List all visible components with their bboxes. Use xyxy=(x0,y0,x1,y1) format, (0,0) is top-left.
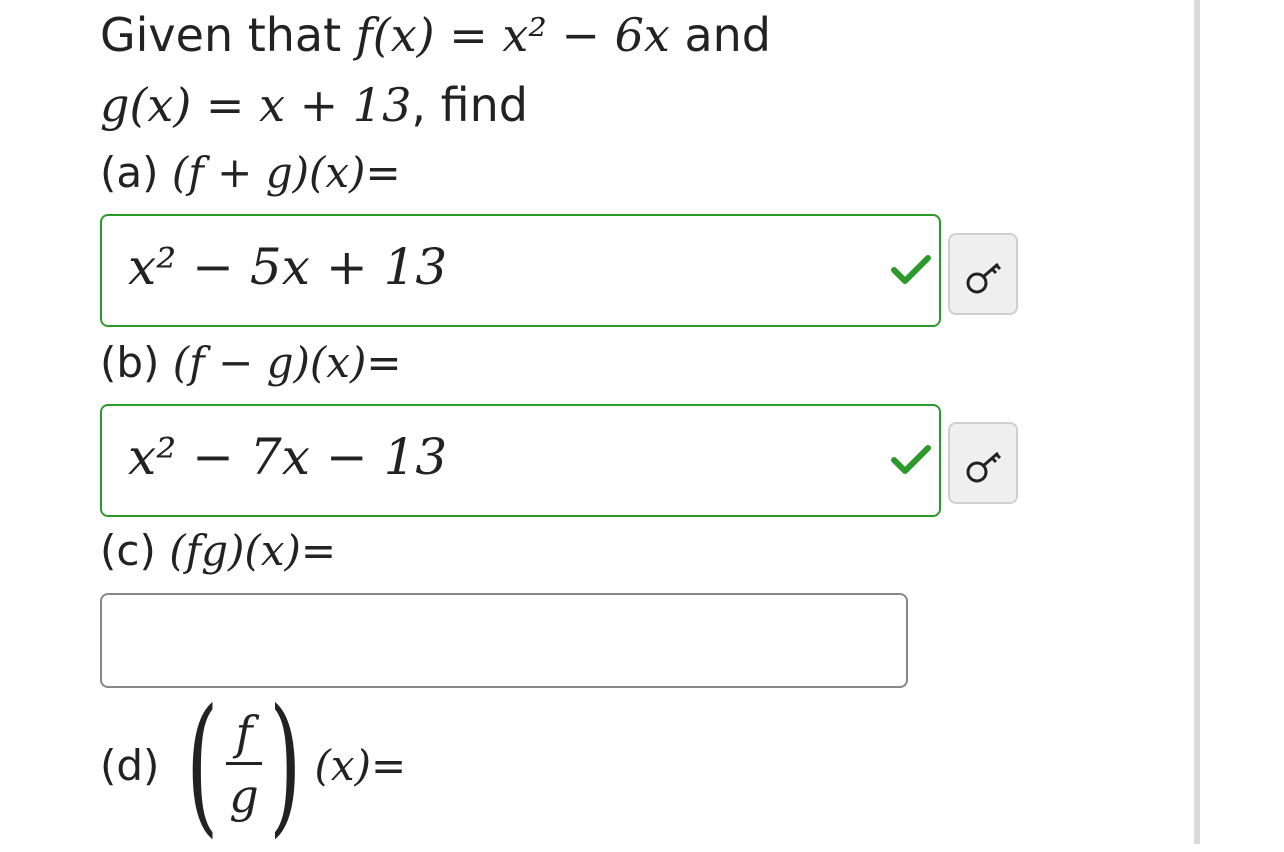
right-big-paren: ) xyxy=(269,678,302,852)
fraction-denominator: g xyxy=(229,768,259,823)
part-c-prompt: (c) (fg)(x)= xyxy=(100,526,336,575)
part-b-key-button[interactable] xyxy=(948,422,1018,504)
part-b-label: (b) xyxy=(100,338,160,387)
part-c-answer-field[interactable] xyxy=(100,593,908,688)
scrollbar[interactable] xyxy=(1194,0,1200,844)
f-definition-rhs: = x² − 6x xyxy=(449,8,670,62)
part-a-answer-value: x² − 5x + 13 xyxy=(128,238,448,296)
problem-statement-line1: Given that f(x) = x² − 6x and xyxy=(100,8,771,62)
part-b-expression: (f − g)(x) xyxy=(172,338,367,387)
part-a-answer-field[interactable]: x² − 5x + 13 xyxy=(100,214,941,327)
part-b-equals: = xyxy=(366,338,402,387)
part-d-equals: = xyxy=(370,740,407,790)
left-big-paren: ( xyxy=(186,678,219,852)
part-b-answer-value: x² − 7x − 13 xyxy=(128,428,448,486)
key-icon xyxy=(966,262,1002,294)
check-icon xyxy=(891,445,931,474)
g-definition: g(x) = x + 13 xyxy=(100,78,412,132)
part-a-key-button[interactable] xyxy=(948,233,1018,315)
given-text: Given that xyxy=(100,8,342,62)
part-c-equals: = xyxy=(300,526,337,575)
and-text: and xyxy=(684,8,771,62)
part-a-prompt: (a) (f + g)(x)= xyxy=(100,148,401,197)
part-a-label: (a) xyxy=(100,148,159,197)
key-icon xyxy=(966,451,1002,483)
problem-statement-line2: g(x) = x + 13, find xyxy=(100,78,528,132)
part-d-expression-tail: (x) xyxy=(314,740,371,790)
part-a-equals: = xyxy=(365,148,401,197)
part-a-expression: (f + g)(x) xyxy=(171,148,366,197)
part-d-prompt: (d) ( f g ) (x) = xyxy=(100,690,406,840)
check-icon xyxy=(891,255,931,284)
find-text: , find xyxy=(411,78,528,132)
part-c-label: (c) xyxy=(100,526,156,575)
part-d-fraction: f g xyxy=(225,704,262,827)
fraction-numerator: f xyxy=(235,705,253,760)
part-b-prompt: (b) (f − g)(x)= xyxy=(100,338,402,387)
part-d-label: (d) xyxy=(100,740,160,790)
part-c-expression: (fg)(x) xyxy=(169,526,301,575)
f-definition-lhs: f(x) xyxy=(355,8,435,62)
part-b-answer-field[interactable]: x² − 7x − 13 xyxy=(100,404,941,517)
